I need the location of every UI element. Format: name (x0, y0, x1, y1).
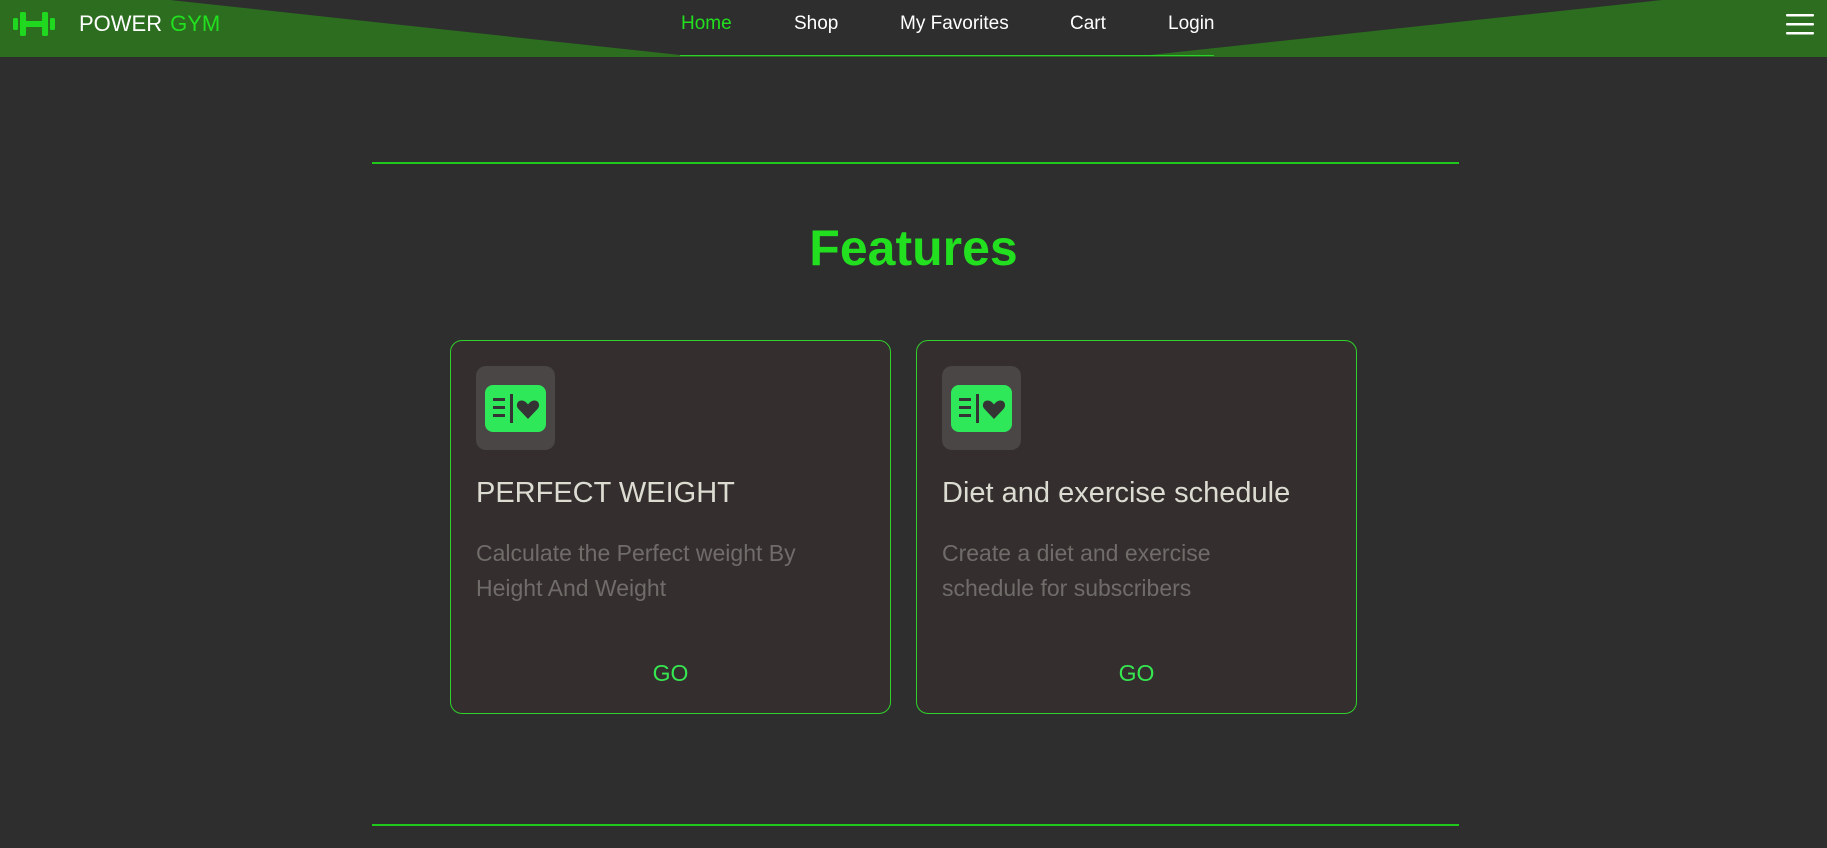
top-navbar: POWER GYM Home Shop My Favorites Cart Log… (0, 0, 1827, 57)
card-description: Calculate the Perfect weight By Height A… (476, 540, 796, 601)
nav-my-favorites[interactable]: My Favorites (900, 12, 1009, 36)
nav-login[interactable]: Login (1168, 12, 1215, 36)
card-title: Diet and exercise schedule (942, 477, 1291, 509)
nav-shop[interactable]: Shop (794, 12, 838, 36)
main-nav: Home Shop My Favorites Cart Login (0, 12, 1827, 36)
feature-card-diet-schedule: Diet and exercise schedule Create a diet… (916, 340, 1357, 714)
card-icon-container (942, 366, 1021, 450)
diet-card-icon (485, 385, 546, 432)
features-title: Features (809, 220, 1018, 276)
section-divider-top (372, 162, 1459, 164)
hamburger-menu-icon[interactable] (1786, 12, 1814, 36)
section-divider-bottom (372, 824, 1459, 826)
card-icon-container (476, 366, 555, 450)
nav-cart[interactable]: Cart (1070, 12, 1106, 36)
go-button[interactable]: GO (451, 659, 890, 687)
card-title: PERFECT WEIGHT (476, 477, 735, 509)
nav-home[interactable]: Home (681, 12, 732, 36)
diet-card-icon (951, 385, 1012, 432)
feature-card-perfect-weight: PERFECT WEIGHT Calculate the Perfect wei… (450, 340, 891, 714)
card-description: Create a diet and exercise schedule for … (942, 540, 1211, 601)
go-button[interactable]: GO (917, 659, 1356, 687)
